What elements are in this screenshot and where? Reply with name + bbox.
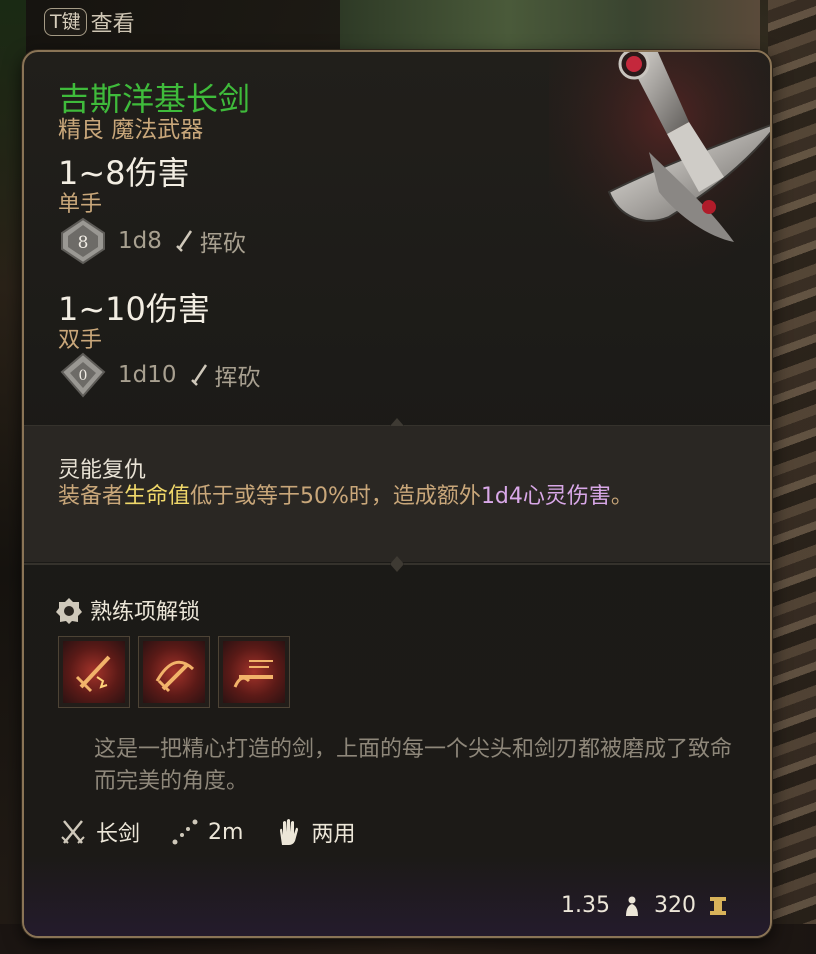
inspect-key-badge: T键 <box>44 8 87 36</box>
d10-dice-icon: 0 <box>60 352 106 398</box>
one-handed-damage-type: 挥砍 <box>199 231 246 257</box>
proficiency-label: 熟练项解锁 <box>90 600 201 625</box>
item-tooltip: 吉斯洋基长剑 精良 魔法武器 1~8伤害 单手 8 1d8 挥砍 1~10伤害 … <box>22 50 772 938</box>
flavor-text: 这是一把精心打造的剑，上面的每一个尖头和剑刃都被磨成了致命而完美的角度。 <box>94 737 733 794</box>
d8-dice-icon: 8 <box>61 217 105 265</box>
one-handed-label: 单手 <box>58 192 103 217</box>
svg-text:0: 0 <box>79 368 88 384</box>
weapon-hands-label: 两用 <box>311 822 356 847</box>
range-icon <box>172 819 198 845</box>
one-handed-dice-row: 8 1d8 挥砍 <box>58 216 246 266</box>
section-divider <box>24 556 770 572</box>
proficiency-badge-icon <box>56 598 82 624</box>
item-weight: 1.35 <box>561 893 610 918</box>
passive-name: 灵能复仇 <box>58 458 147 483</box>
two-handed-damage-type: 挥砍 <box>214 365 261 391</box>
item-footer: 1.35 320 <box>561 893 730 918</box>
passive-description: 装备者生命值低于或等于50%时，造成额外1d4心灵伤害。 <box>58 484 633 509</box>
sweeping-slash-icon <box>155 660 195 693</box>
item-price: 320 <box>654 893 696 918</box>
item-properties: 长剑 2m 两用 <box>58 816 385 848</box>
weapon-actions <box>58 636 290 708</box>
weapon-type: 长剑 <box>58 816 140 848</box>
longsword-art-icon <box>549 52 770 292</box>
weapon-range: 2m <box>170 817 243 847</box>
two-handed-dice-value: 1d10 <box>118 362 177 388</box>
proficiency-header: 熟练项解锁 <box>56 594 200 626</box>
background-right <box>768 0 816 954</box>
weapon-hands: 两用 <box>273 816 355 848</box>
slashing-icon <box>190 364 207 386</box>
weapon-action-1[interactable] <box>58 636 130 708</box>
hand-icon <box>280 819 299 845</box>
one-handed-dice-value: 1d8 <box>118 228 162 254</box>
gold-coin-icon <box>710 896 726 915</box>
weapon-range-label: 2m <box>208 819 244 845</box>
sword-strike-icon <box>75 655 111 693</box>
inspect-label: 查看 <box>90 12 135 37</box>
weapon-action-3[interactable] <box>218 636 290 708</box>
two-handed-dice-row: 0 1d10 挥砍 <box>58 350 261 400</box>
weight-icon <box>626 896 638 916</box>
inspect-hint[interactable]: T键 查看 <box>44 6 135 38</box>
item-rarity: 精良 魔法武器 <box>58 117 204 143</box>
weapon-action-2[interactable] <box>138 636 210 708</box>
lunge-thrust-icon <box>233 660 273 688</box>
crossed-swords-icon <box>61 820 85 844</box>
background-top <box>340 0 760 52</box>
weapon-type-label: 长剑 <box>96 822 141 847</box>
slashing-icon <box>175 230 192 252</box>
svg-text:8: 8 <box>78 233 89 253</box>
